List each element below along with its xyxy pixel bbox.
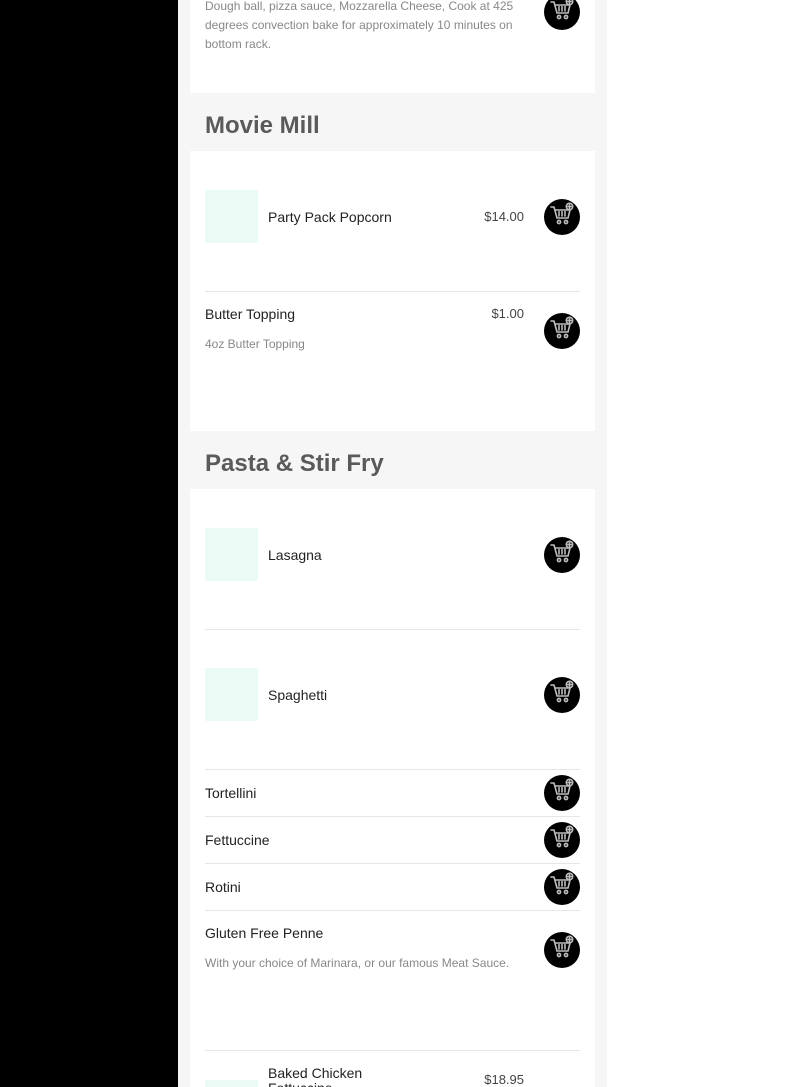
item-thumbnail xyxy=(205,528,258,581)
add-to-cart-button[interactable] xyxy=(544,869,580,905)
cart-plus-icon xyxy=(549,201,575,233)
item-name: Rotini xyxy=(205,879,241,895)
section-title-movie-mill: Movie Mill xyxy=(205,112,320,139)
add-to-cart-button[interactable] xyxy=(544,199,580,235)
item-thumbnail xyxy=(205,190,258,243)
item-price: $18.95 xyxy=(484,1072,524,1087)
menu-item[interactable]: Tortellini xyxy=(205,770,580,816)
add-to-cart-button[interactable] xyxy=(544,677,580,713)
cart-plus-icon xyxy=(549,0,575,28)
item-name: Tortellini xyxy=(205,785,257,801)
add-to-cart-button[interactable] xyxy=(544,0,580,30)
movie-mill-card: Party Pack Popcorn $14.00 Butter Topping… xyxy=(190,151,595,431)
cart-plus-icon xyxy=(549,934,575,966)
pizza-card: Dough ball, pizza sauce, Mozzarella Chee… xyxy=(190,0,595,93)
menu-item[interactable]: Spaghetti xyxy=(205,630,580,769)
menu-item[interactable]: Party Pack Popcorn $14.00 xyxy=(205,151,580,291)
item-name: Butter Topping xyxy=(205,306,296,322)
item-thumbnail xyxy=(205,668,258,721)
item-name: Lasagna xyxy=(268,547,322,563)
sidebar xyxy=(0,0,178,1087)
add-to-cart-button[interactable] xyxy=(544,822,580,858)
menu-item[interactable]: Butter Topping $1.00 4oz Butter Topping xyxy=(205,292,580,431)
add-to-cart-button[interactable] xyxy=(544,932,580,968)
add-to-cart-button[interactable] xyxy=(544,537,580,573)
add-to-cart-button[interactable] xyxy=(544,313,580,349)
cart-plus-icon xyxy=(549,777,575,809)
menu-item[interactable]: Rotini xyxy=(205,864,580,910)
cart-plus-icon xyxy=(549,539,575,571)
cart-plus-icon xyxy=(549,315,575,347)
cart-plus-icon xyxy=(549,679,575,711)
menu-item[interactable]: Gluten Free Penne With your choice of Ma… xyxy=(205,911,580,1050)
add-to-cart-button[interactable] xyxy=(544,775,580,811)
item-thumbnail xyxy=(205,1080,258,1087)
menu-item[interactable]: Fettuccine xyxy=(205,817,580,863)
menu-content: Dough ball, pizza sauce, Mozzarella Chee… xyxy=(178,0,607,1087)
item-description: Dough ball, pizza sauce, Mozzarella Chee… xyxy=(205,0,514,51)
item-name: Party Pack Popcorn xyxy=(268,209,392,225)
item-price: $1.00 xyxy=(491,306,524,321)
item-name: Baked Chicken Fettuccine xyxy=(268,1065,363,1087)
menu-item[interactable]: Dough ball, pizza sauce, Mozzarella Chee… xyxy=(205,0,580,93)
section-title-pasta: Pasta & Stir Fry xyxy=(205,450,384,477)
item-price: $14.00 xyxy=(484,209,524,224)
cart-plus-icon xyxy=(549,871,575,903)
pasta-card: Lasagna Spaghetti Tortellini Fettuccine … xyxy=(190,489,595,1087)
item-name: Fettuccine xyxy=(205,832,270,848)
menu-item[interactable]: Baked Chicken Fettuccine $18.95 xyxy=(205,1051,580,1087)
item-description: With your choice of Marinara, or our fam… xyxy=(205,956,510,970)
menu-item[interactable]: Lasagna xyxy=(205,489,580,629)
item-name: Gluten Free Penne xyxy=(205,925,324,941)
item-name: Spaghetti xyxy=(268,687,328,703)
cart-plus-icon xyxy=(549,824,575,856)
item-description: 4oz Butter Topping xyxy=(205,337,305,351)
